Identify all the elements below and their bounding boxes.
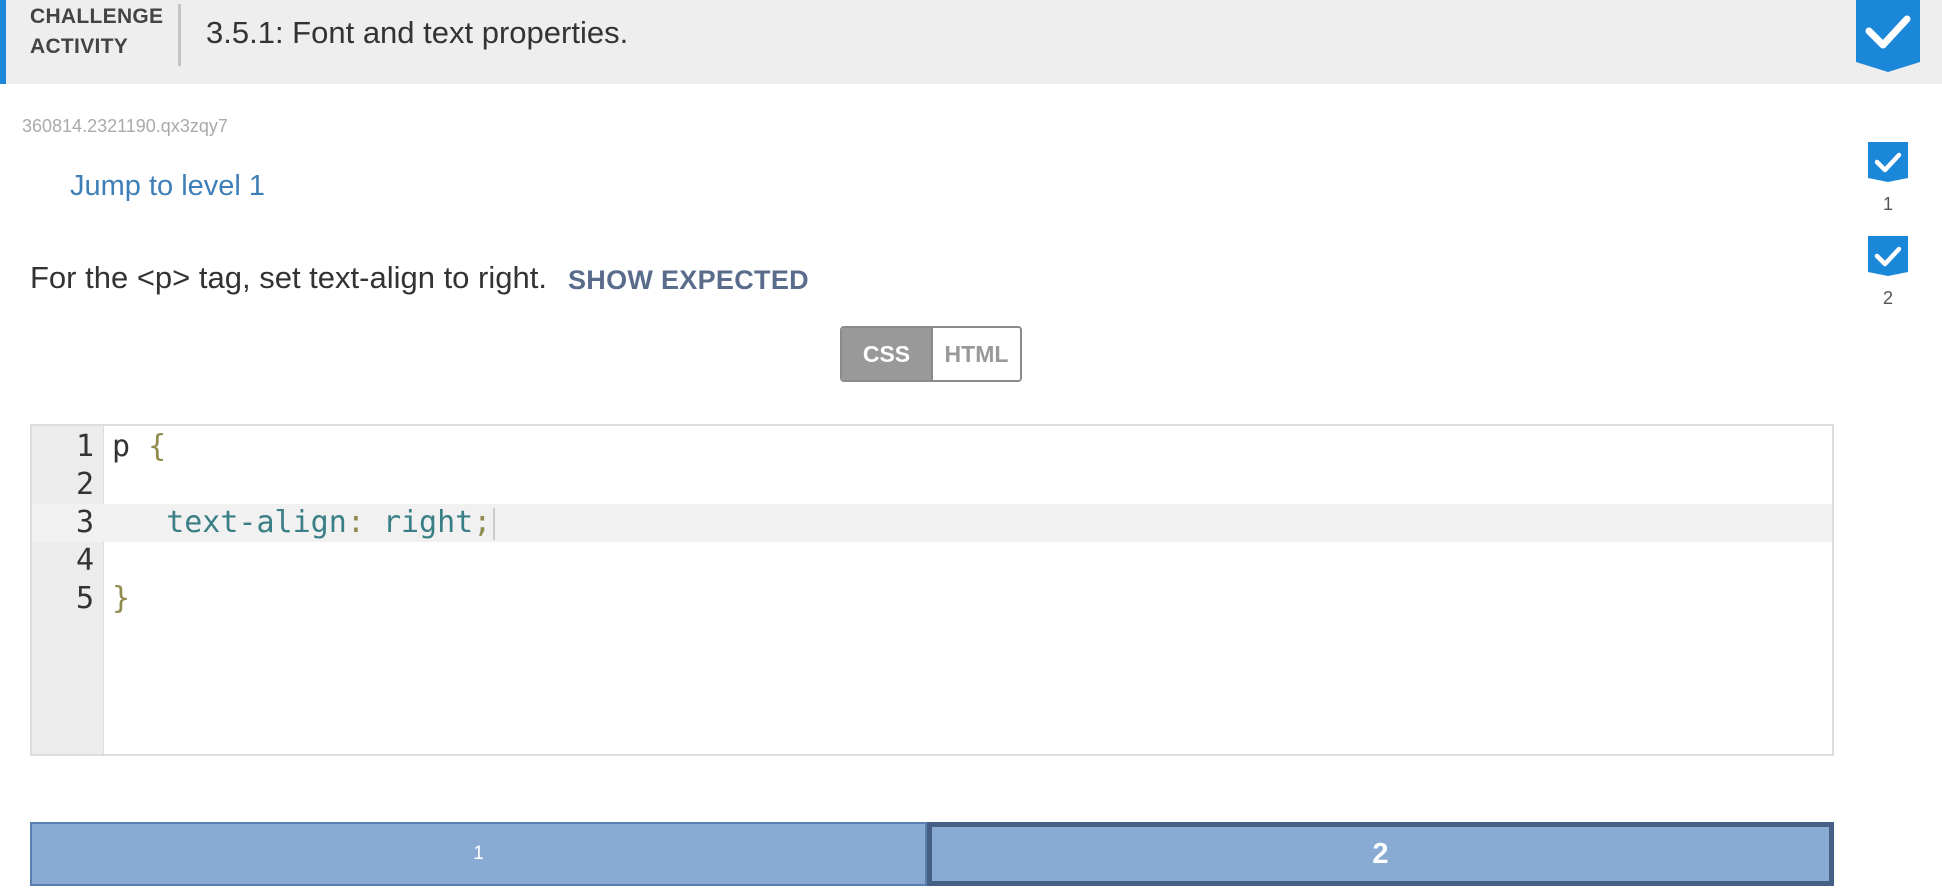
css-property: text-align (166, 505, 347, 540)
header-divider (178, 4, 181, 66)
css-value: right (382, 505, 474, 540)
code-line-active[interactable]: 3 text-align: right; (32, 504, 1832, 542)
header-accent-bar (0, 0, 6, 84)
code-line[interactable]: 4 (32, 542, 1832, 580)
open-brace: { (148, 429, 167, 464)
line-number: 1 (75, 429, 94, 464)
text-cursor (493, 507, 496, 540)
semicolon: ; (473, 505, 492, 540)
line-number: 2 (75, 467, 94, 502)
css-selector: p (112, 429, 131, 464)
activity-id: 360814.2321190.qx3zqy7 (22, 116, 228, 136)
tab-html[interactable]: HTML (930, 328, 1020, 380)
line-number: 4 (75, 543, 94, 578)
level-indicator-1[interactable]: 1 (1868, 142, 1908, 215)
language-tab-group: CSS HTML (840, 326, 1022, 382)
jump-to-level-link[interactable]: Jump to level 1 (70, 170, 265, 203)
close-brace: } (112, 581, 131, 616)
line-number: 3 (75, 505, 94, 540)
line-code: p { (112, 428, 166, 466)
colon: : (346, 505, 365, 540)
level-complete-checkmark-icon (1868, 142, 1908, 182)
level-indicator-2[interactable]: 2 (1868, 236, 1908, 309)
activity-complete-checkmark-icon (1856, 0, 1920, 72)
line-number: 5 (75, 581, 94, 616)
tab-css[interactable]: CSS (842, 328, 931, 380)
level-indicator-number: 2 (1882, 288, 1893, 308)
level-progress-bar: 1 2 (30, 822, 1834, 886)
code-line[interactable]: 1 p { (32, 428, 1832, 466)
activity-type-line1: CHALLENGE (30, 5, 164, 28)
code-line[interactable]: 5 } (32, 580, 1832, 618)
code-line[interactable]: 2 (32, 466, 1832, 504)
instructions-text: For the <p> tag, set text-align to right… (30, 260, 547, 295)
level-button-1[interactable]: 1 (30, 822, 927, 886)
activity-type-label: CHALLENGE ACTIVITY (30, 2, 170, 62)
level-complete-checkmark-icon (1868, 236, 1908, 276)
show-expected-button[interactable]: SHOW EXPECTED (568, 262, 809, 298)
activity-header: CHALLENGE ACTIVITY 3.5.1: Font and text … (0, 0, 1942, 84)
activity-title: 3.5.1: Font and text properties. (206, 15, 629, 50)
line-code: } (112, 580, 130, 618)
activity-type-line2: ACTIVITY (30, 35, 129, 58)
code-editor[interactable]: 1 p { 2 3 text-align: right; 4 5 } (30, 424, 1834, 756)
level-button-2[interactable]: 2 (927, 822, 1834, 886)
line-code: text-align: right; (112, 504, 496, 542)
level-indicator-number: 1 (1882, 194, 1893, 214)
